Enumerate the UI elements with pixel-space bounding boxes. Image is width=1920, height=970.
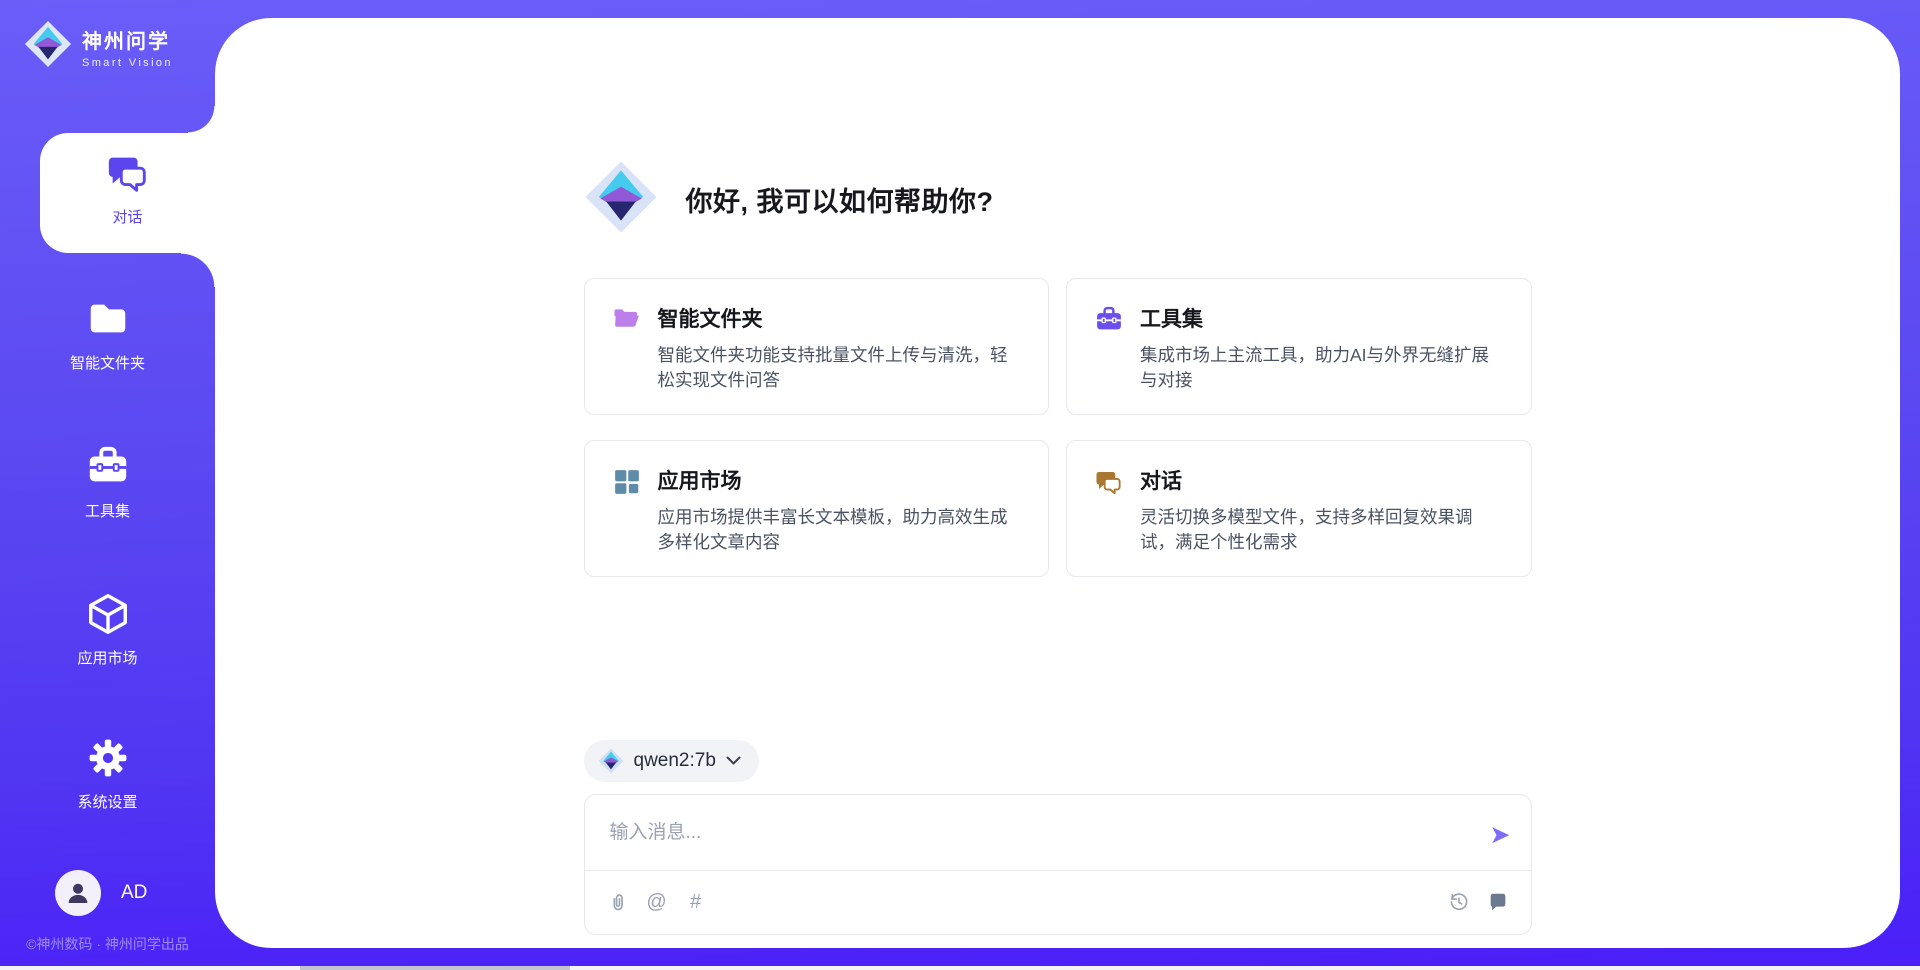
main-panel: 你好, 我可以如何帮助你? 智能文件夹 智能文件夹功能支持批量文件上传与清洗，轻… (215, 18, 1900, 948)
tab-fillet-bottom (181, 253, 215, 287)
feature-cards: 智能文件夹 智能文件夹功能支持批量文件上传与清洗，轻松实现文件问答 (584, 278, 1532, 577)
sidebar-item-app-market[interactable]: 应用市场 (0, 591, 215, 668)
sidebar-item-label: 应用市场 (0, 647, 215, 668)
card-chat[interactable]: 对话 灵活切换多模型文件，支持多样回复效果调试，满足个性化需求 (1066, 440, 1532, 577)
paperclip-icon[interactable] (607, 891, 629, 913)
history-icon[interactable] (1448, 891, 1470, 913)
user-profile[interactable]: AD (55, 870, 147, 916)
toolbox-icon (1094, 305, 1124, 335)
grid-tiles-icon (612, 467, 642, 497)
card-smart-folder[interactable]: 智能文件夹 智能文件夹功能支持批量文件上传与清洗，轻松实现文件问答 (584, 278, 1050, 415)
card-description: 集成市场上主流工具，助力AI与外界无缝扩展与对接 (1140, 343, 1507, 394)
chat-bubbles-icon (105, 150, 151, 196)
tab-fillet-top (188, 106, 215, 133)
diamond-logo-icon (584, 160, 658, 239)
sidebar-item-toolbox[interactable]: 工具集 (0, 444, 215, 521)
sidebar-item-settings[interactable]: 系统设置 (0, 735, 215, 812)
message-input[interactable] (585, 795, 1531, 870)
brand-name: 神州问学 (82, 25, 173, 54)
card-title: 应用市场 (658, 465, 1025, 495)
send-icon[interactable]: ➤ (1490, 823, 1511, 848)
cube-icon (85, 591, 131, 637)
diamond-logo-icon (598, 748, 624, 774)
hash-icon[interactable]: # (685, 891, 707, 913)
folder-icon (85, 296, 131, 342)
sidebar-item-label: 工具集 (0, 500, 215, 521)
card-description: 应用市场提供丰富长文本模板，助力高效生成多样化文章内容 (658, 505, 1025, 556)
chat-bubbles-icon (1094, 467, 1124, 497)
app-root: 神州问学 Smart Vision 对话 智能文件夹 (0, 0, 1920, 970)
sidebar: 神州问学 Smart Vision 对话 智能文件夹 (0, 0, 215, 970)
user-avatar-icon (55, 870, 101, 916)
card-title: 对话 (1140, 465, 1507, 495)
card-description: 智能文件夹功能支持批量文件上传与清洗，轻松实现文件问答 (658, 343, 1025, 394)
sidebar-item-label: 对话 (40, 206, 215, 227)
card-title: 智能文件夹 (658, 303, 1025, 333)
chat-square-icon[interactable] (1487, 891, 1509, 913)
card-title: 工具集 (1140, 303, 1507, 333)
sidebar-item-label: 智能文件夹 (0, 352, 215, 373)
sidebar-item-chat[interactable]: 对话 (40, 133, 215, 253)
at-icon[interactable]: @ (646, 891, 668, 913)
sidebar-item-label: 系统设置 (0, 791, 215, 812)
composer: ➤ @ # (584, 794, 1532, 935)
scrollbar-thumb[interactable] (300, 966, 570, 970)
chevron-down-icon (726, 756, 741, 765)
user-name: AD (121, 882, 147, 904)
sidebar-item-smart-folder[interactable]: 智能文件夹 (0, 296, 215, 373)
card-description: 灵活切换多模型文件，支持多样回复效果调试，满足个性化需求 (1140, 505, 1507, 556)
open-folder-icon (612, 305, 642, 335)
model-name: qwen2:7b (634, 750, 716, 772)
sidebar-footer-text: ©神州数码 · 神州问学出品 (0, 934, 215, 954)
horizontal-scrollbar[interactable] (0, 966, 1920, 970)
greeting: 你好, 我可以如何帮助你? (584, 162, 1532, 236)
page-title: 你好, 我可以如何帮助你? (686, 180, 994, 219)
toolbox-icon (85, 444, 131, 490)
card-toolbox[interactable]: 工具集 集成市场上主流工具，助力AI与外界无缝扩展与对接 (1066, 278, 1532, 415)
brand-subtitle: Smart Vision (82, 57, 173, 69)
card-app-market[interactable]: 应用市场 应用市场提供丰富长文本模板，助力高效生成多样化文章内容 (584, 440, 1050, 577)
diamond-logo-icon (24, 20, 72, 73)
gear-icon (85, 735, 131, 781)
model-selector[interactable]: qwen2:7b (584, 740, 759, 782)
brand: 神州问学 Smart Vision (24, 20, 173, 73)
